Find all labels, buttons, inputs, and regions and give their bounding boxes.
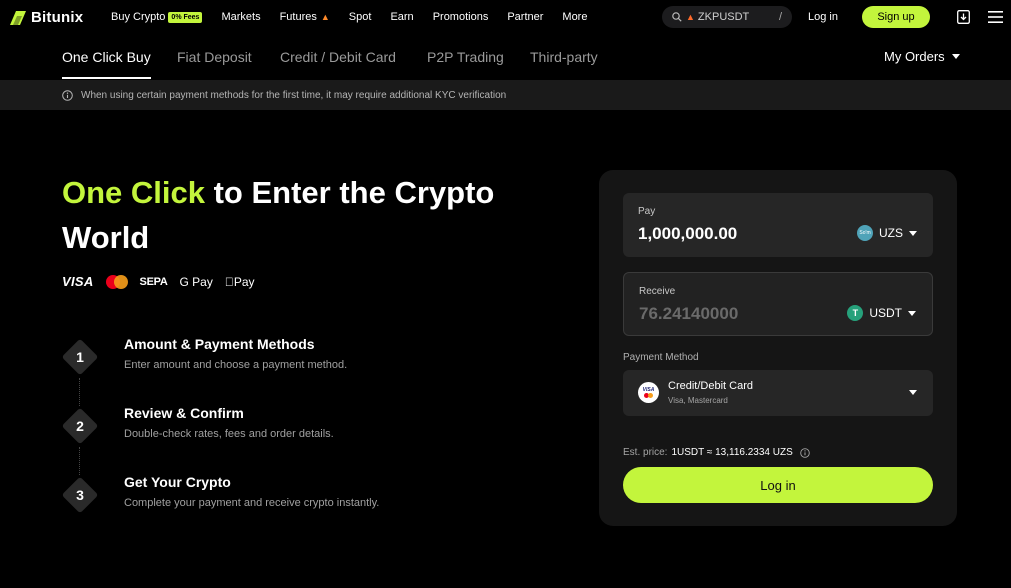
my-orders-dropdown[interactable]: My Orders [884, 49, 960, 64]
step-title: Get Your Crypto [124, 474, 231, 490]
buy-crypto-tabs: One Click Buy Fiat Deposit Credit / Debi… [0, 34, 1011, 80]
header-login-link[interactable]: Log in [808, 11, 838, 23]
nav-promotions[interactable]: Promotions [433, 11, 489, 23]
apple-pay-logo-icon: Pay [225, 275, 255, 289]
top-navbar: Bitunix Buy Crypto 0% Fees Markets Futur… [0, 0, 1011, 34]
pay-label: Pay [638, 206, 656, 217]
hamburger-menu-icon[interactable] [988, 11, 1003, 23]
est-price-label: Est. price: [623, 447, 668, 458]
google-pay-logo-icon: G Pay [179, 274, 213, 289]
chevron-down-icon [951, 54, 960, 59]
pay-currency-selector[interactable]: So'm UZS [857, 225, 917, 241]
nav-earn[interactable]: Earn [390, 11, 413, 23]
fire-icon: ▲ [320, 12, 330, 22]
tab-credit-debit-card[interactable]: Credit / Debit Card [280, 49, 396, 65]
one-click-buy-card: Pay 1,000,000.00 So'm UZS Receive 76.241… [599, 170, 957, 526]
uzs-currency-icon: So'm [857, 225, 873, 241]
brand-logo[interactable]: Bitunix [10, 9, 83, 26]
search-icon [672, 12, 682, 22]
step-description: Enter amount and choose a payment method… [124, 359, 348, 371]
brand-name: Bitunix [31, 9, 84, 26]
nav-futures-label: Futures [279, 11, 317, 23]
card-payment-icon: VISA [638, 382, 659, 403]
nav-spot[interactable]: Spot [349, 11, 372, 23]
nav-earn-label: Earn [390, 11, 414, 23]
search-shortcut-hint: / [778, 11, 782, 23]
my-orders-label: My Orders [884, 49, 945, 64]
step-number: 3 [76, 487, 84, 503]
receive-currency-selector[interactable]: T USDT [847, 305, 916, 321]
download-icon[interactable] [957, 10, 970, 24]
info-icon [62, 89, 73, 101]
tab-fiat-deposit[interactable]: Fiat Deposit [177, 49, 252, 65]
receive-amount-value: 76.24140000 [639, 304, 739, 323]
chevron-down-icon [909, 390, 917, 395]
tab-third-party[interactable]: Third-party [530, 49, 598, 65]
search-value: ZKPUSDT [697, 11, 750, 23]
main-nav: Buy Crypto 0% Fees Markets Futures ▲ Spo… [111, 11, 606, 23]
tab-p2p-trading[interactable]: P2P Trading [427, 49, 504, 65]
payment-method-subtitle: Visa, Mastercard [668, 396, 728, 405]
step-connector [79, 378, 80, 406]
chevron-down-icon [909, 230, 917, 236]
nav-futures[interactable]: Futures ▲ [280, 11, 330, 23]
receive-amount-field[interactable]: Receive 76.24140000 T USDT [623, 272, 933, 336]
mastercard-logo-icon [105, 274, 128, 289]
tab-one-click-buy[interactable]: One Click Buy [62, 49, 151, 65]
search-input[interactable]: ▲ ZKPUSDT / [662, 6, 792, 28]
usdt-currency-icon: T [847, 305, 864, 321]
chevron-down-icon [908, 310, 916, 316]
step-title: Amount & Payment Methods [124, 336, 315, 352]
kyc-notice-bar: When using certain payment methods for t… [0, 80, 1011, 110]
estimated-price: Est. price: 1USDT ≈ 13,116.2334 UZS [623, 447, 810, 458]
nav-markets-label: Markets [221, 11, 261, 23]
signup-button[interactable]: Sign up [862, 6, 930, 28]
nav-buy-crypto-label: Buy Crypto [111, 11, 166, 23]
step-number: 2 [76, 418, 84, 434]
visa-logo-icon: VISA [62, 274, 94, 289]
flame-icon: ▲ [686, 12, 695, 22]
nav-promotions-label: Promotions [432, 11, 489, 23]
nav-spot-label: Spot [348, 11, 372, 23]
nav-markets[interactable]: Markets [221, 11, 260, 23]
pay-amount-field[interactable]: Pay 1,000,000.00 So'm UZS [623, 193, 933, 257]
nav-more[interactable]: More [562, 11, 587, 23]
nav-more-label: More [562, 11, 588, 23]
zero-fees-badge: 0% Fees [168, 11, 203, 23]
step-title: Review & Confirm [124, 405, 244, 421]
payment-logos: VISA SEPA G Pay Pay [62, 274, 255, 289]
nav-partner[interactable]: Partner [507, 11, 543, 23]
step-description: Complete your payment and receive crypto… [124, 497, 380, 509]
hero-title-accent: One Click [62, 175, 205, 210]
step-description: Double-check rates, fees and order detai… [124, 428, 334, 440]
bitunix-logo-icon [10, 10, 26, 25]
card-login-button[interactable]: Log in [623, 467, 933, 503]
hero-title: One Click to Enter the Crypto World [62, 170, 542, 260]
payment-method-label: Payment Method [623, 352, 699, 363]
sepa-logo-icon: SEPA [139, 275, 168, 288]
payment-method-title: Credit/Debit Card [668, 380, 753, 392]
active-tab-indicator [62, 77, 151, 79]
apple-pay-label: Pay [224, 274, 255, 289]
pay-currency-code: UZS [879, 226, 903, 240]
info-icon[interactable] [800, 447, 810, 458]
step-number: 1 [76, 349, 84, 365]
nav-partner-label: Partner [507, 11, 544, 23]
pay-amount-input[interactable]: 1,000,000.00 [638, 224, 737, 244]
receive-currency-code: USDT [869, 306, 902, 320]
payment-method-select[interactable]: VISA Credit/Debit Card Visa, Mastercard [623, 370, 933, 416]
nav-buy-crypto[interactable]: Buy Crypto 0% Fees [111, 11, 203, 23]
kyc-notice-text: When using certain payment methods for t… [81, 89, 507, 101]
est-price-value: 1USDT ≈ 13,116.2334 UZS [671, 447, 793, 458]
receive-label: Receive [639, 286, 676, 297]
step-connector [79, 447, 80, 475]
